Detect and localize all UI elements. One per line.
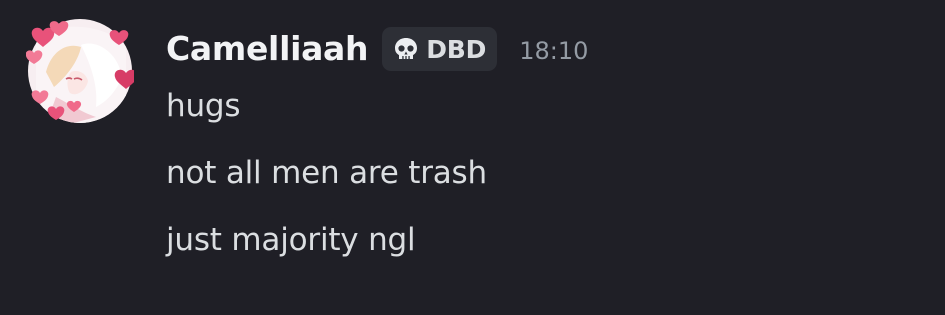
server-tag[interactable]: DBD [382,27,498,71]
timestamp[interactable]: 18:10 [519,37,588,65]
chat-message: Camelliaah DBD 18:10 hugs not all men ar… [0,0,945,315]
message-line: not all men are trash [166,155,487,191]
message-line: hugs [166,88,241,124]
avatar[interactable] [26,17,134,125]
message-header: Camelliaah DBD 18:10 [166,25,588,73]
username[interactable]: Camelliaah [166,25,369,73]
skull-icon [391,34,421,64]
message-content: hugs not all men are trash just majority… [166,80,487,281]
server-tag-label: DBD [426,34,487,64]
message-line: just majority ngl [166,222,416,258]
